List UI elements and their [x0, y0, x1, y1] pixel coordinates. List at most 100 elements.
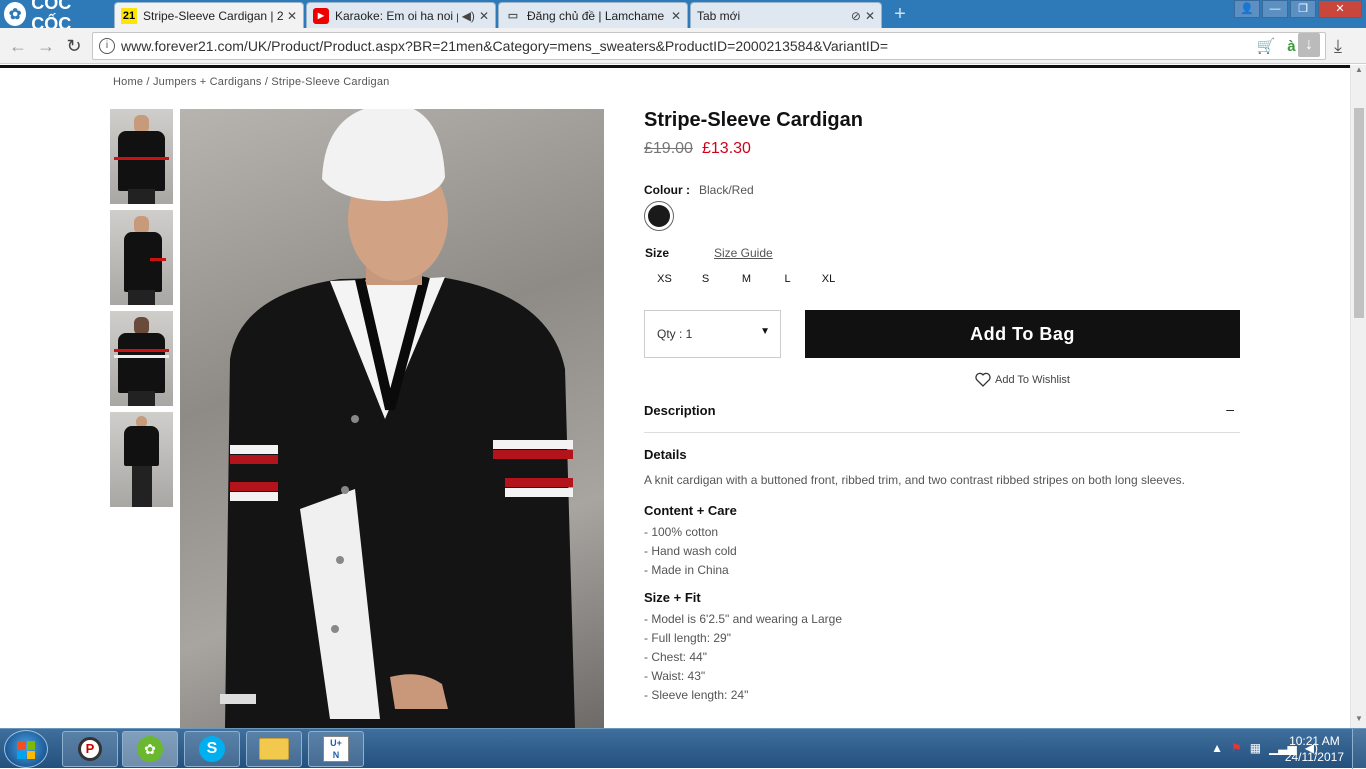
tab-title: Stripe-Sleeve Cardigan | 2 [143, 8, 283, 23]
coccoc-icon: ✿ [137, 736, 163, 762]
user-icon[interactable]: 👤 [1234, 0, 1260, 18]
translate-icon[interactable]: à [1287, 38, 1295, 55]
model-wearing-cardigan-image [220, 109, 575, 728]
clock-time: 10:21 AM [1289, 734, 1340, 748]
minimize-button[interactable]: — [1262, 0, 1288, 18]
info-icon[interactable]: i [99, 38, 115, 54]
breadcrumb: Home / Jumpers + Cardigans / Stripe-Slee… [113, 76, 390, 88]
product-thumbnail[interactable] [110, 210, 173, 305]
windows-logo-icon [17, 741, 35, 759]
close-tab-icon[interactable]: ✕ [479, 9, 489, 23]
scroll-up-icon[interactable]: ▲ [1351, 65, 1366, 79]
scroll-down-icon[interactable]: ▼ [1351, 714, 1366, 728]
close-tab-icon[interactable]: ✕ [671, 9, 681, 23]
scrollbar-thumb[interactable] [1354, 108, 1364, 318]
address-bar[interactable]: i www.forever21.com/UK/Product/Product.a… [92, 32, 1326, 60]
coccoc-logo-icon: ✿ [4, 2, 27, 26]
size-guide-link[interactable]: Size Guide [714, 246, 773, 260]
close-tab-icon[interactable]: ✕ [287, 9, 297, 23]
fit-item: - Waist: 43" [644, 669, 706, 683]
collapse-icon[interactable]: – [1226, 401, 1234, 417]
colour-swatch-black-red[interactable] [644, 201, 674, 231]
details-heading: Details [644, 447, 687, 462]
flag-notification-icon[interactable]: ⚑ [1231, 741, 1242, 755]
picpick-icon: P [78, 737, 102, 761]
close-tab-icon[interactable]: ✕ [865, 9, 875, 23]
size-option-s[interactable]: S [685, 270, 726, 288]
shopping-cart-icon[interactable]: 🛒 [1257, 37, 1276, 55]
page-content: Home / Jumpers + Cardigans / Stripe-Slee… [0, 65, 1350, 728]
quantity-value: Qty : 1 [657, 327, 693, 341]
system-clock[interactable]: 10:21 AM 24/11/2017 [1285, 733, 1344, 765]
mute-icon[interactable]: ⊘ [851, 9, 861, 23]
size-option-l[interactable]: L [767, 270, 808, 288]
start-button[interactable] [4, 730, 48, 768]
browser-toolbar: ← → ↻ i www.forever21.com/UK/Product/Pro… [0, 28, 1366, 64]
browser-brand[interactable]: ✿ CỐC CỐC [0, 0, 110, 34]
size-fit-heading: Size + Fit [644, 590, 701, 605]
show-desktop-button[interactable] [1352, 729, 1366, 769]
download-arrow-icon[interactable]: ↓ [1298, 33, 1320, 57]
size-options: XS S M L XL [644, 270, 849, 288]
taskbar-app-coccoc[interactable]: ✿ [122, 731, 178, 767]
product-thumbnail[interactable] [110, 109, 173, 204]
browser-tab-bar: ✿ CỐC CỐC 21 Stripe-Sleeve Cardigan | 2 … [0, 0, 1366, 34]
network-device-icon[interactable]: ▦ [1250, 741, 1261, 755]
content-care-list: - 100% cotton - Hand wash cold - Made in… [644, 523, 737, 580]
breadcrumb-current: Stripe-Sleeve Cardigan [271, 76, 390, 88]
description-heading: Description [644, 403, 716, 418]
taskbar-app-unikey[interactable]: U+ N [308, 731, 364, 767]
downloads-icon[interactable]: ⤓ [1334, 36, 1342, 57]
size-label: Size [645, 246, 670, 260]
add-to-bag-button[interactable]: Add To Bag [805, 310, 1240, 358]
taskbar-app-picpick[interactable]: P [62, 731, 118, 767]
size-option-xl[interactable]: XL [808, 270, 849, 288]
breadcrumb-category[interactable]: Jumpers + Cardigans [153, 76, 262, 88]
product-thumbnail[interactable] [110, 412, 173, 507]
breadcrumb-home[interactable]: Home [113, 76, 143, 88]
size-option-m[interactable]: M [726, 270, 767, 288]
product-title: Stripe-Sleeve Cardigan [644, 109, 863, 131]
product-thumbnails [110, 109, 173, 513]
original-price: £19.00 [644, 140, 693, 157]
add-to-wishlist-link[interactable]: Add To Wishlist [975, 372, 1070, 387]
url-text: www.forever21.com/UK/Product/Product.asp… [121, 38, 889, 54]
taskbar-app-explorer[interactable] [246, 731, 302, 767]
close-window-button[interactable]: ✕ [1318, 0, 1362, 18]
page-scrollbar[interactable]: ▲ ▼ [1350, 65, 1366, 728]
fit-item: - Model is 6'2.5" and wearing a Large [644, 612, 842, 626]
care-item: - Hand wash cold [644, 544, 737, 558]
caret-down-icon: ▼ [760, 326, 770, 337]
tab-new-tab[interactable]: Tab mới ⊘ ✕ [690, 2, 882, 28]
tab-karaoke[interactable]: ▶ Karaoke: Em oi ha noi p ◀) ✕ [306, 2, 496, 28]
maximize-button[interactable]: ❐ [1290, 0, 1316, 18]
reload-icon[interactable]: ↻ [64, 36, 84, 56]
taskbar-app-skype[interactable]: S [184, 731, 240, 767]
tab-title: Karaoke: Em oi ha noi p [335, 8, 458, 23]
product-main-image[interactable] [180, 109, 604, 728]
details-text: A knit cardigan with a buttoned front, r… [644, 473, 1185, 487]
product-thumbnail[interactable] [110, 311, 173, 406]
quantity-select[interactable]: Qty : 1 ▼ [644, 310, 781, 358]
folder-icon [259, 738, 289, 760]
show-hidden-icons-icon[interactable]: ▲ [1211, 741, 1223, 755]
speaker-icon[interactable]: ◀) [462, 9, 475, 23]
description-accordion-header[interactable]: Description – [644, 401, 1240, 433]
sale-price: £13.30 [702, 140, 751, 157]
new-tab-button[interactable]: + [890, 4, 910, 24]
unikey-icon: U+ N [323, 736, 349, 762]
windows-taskbar: P ✿ S U+ N ▲ ⚑ ▦ ▁▃▅ ◀) 10:21 AM 24/11/20… [0, 728, 1366, 769]
fit-item: - Chest: 44" [644, 650, 707, 664]
window-controls: 👤 — ❐ ✕ [1234, 0, 1362, 18]
clock-date: 24/11/2017 [1284, 750, 1344, 764]
size-option-xs[interactable]: XS [644, 270, 685, 288]
forever21-favicon-icon: 21 [121, 7, 137, 24]
colour-label: Colour : [644, 183, 690, 197]
header-divider [0, 65, 1350, 68]
tab-stripe-sleeve-cardigan[interactable]: 21 Stripe-Sleeve Cardigan | 2 ✕ [114, 2, 304, 28]
back-icon[interactable]: ← [8, 36, 28, 56]
fit-item: - Full length: 29" [644, 631, 731, 645]
forward-icon[interactable]: → [36, 36, 56, 56]
tab-lamchame[interactable]: ▭ Đăng chủ đề | Lamchame ✕ [498, 2, 688, 28]
heart-icon [975, 372, 991, 387]
